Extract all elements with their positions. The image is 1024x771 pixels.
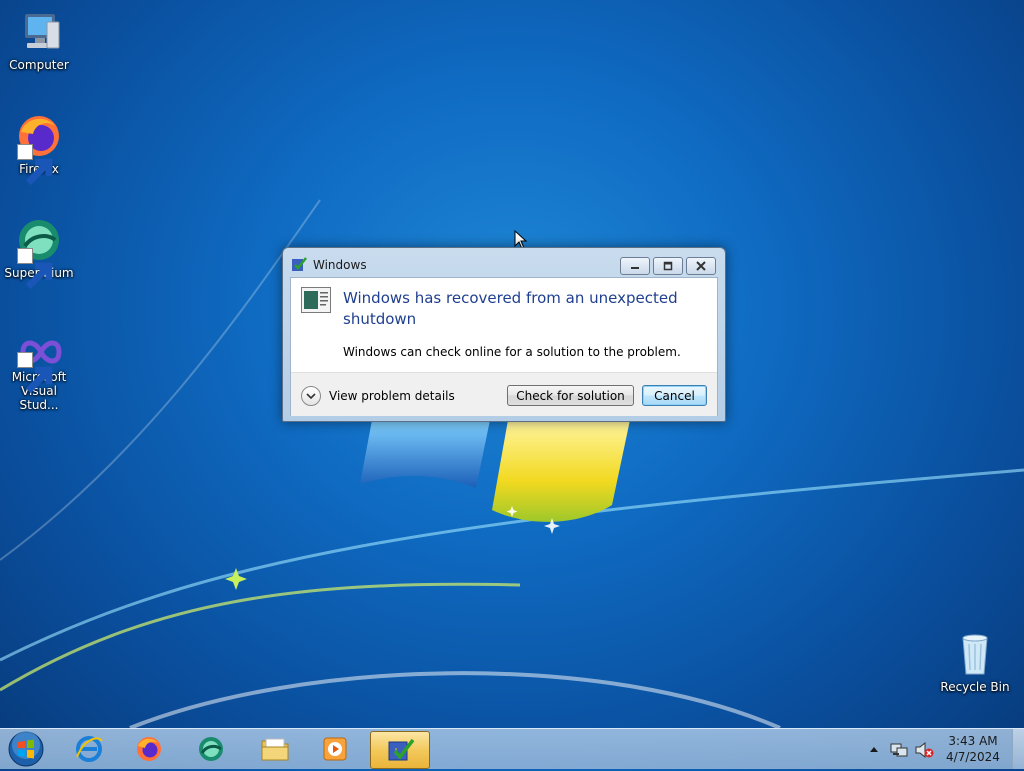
dialog-titlebar[interactable]: Windows bbox=[283, 248, 725, 276]
taskbar-media-player[interactable] bbox=[306, 731, 364, 767]
taskbar-firefox[interactable] bbox=[120, 731, 178, 767]
desktop-icon-label: Recycle Bin bbox=[940, 680, 1010, 694]
taskbar-problem-reporting[interactable]: ! bbox=[370, 731, 430, 769]
shortcut-arrow-icon bbox=[17, 248, 53, 290]
supermium-icon bbox=[199, 737, 223, 761]
desktop-icon-recycle-bin[interactable]: Recycle Bin bbox=[936, 630, 1014, 694]
firefox-icon bbox=[15, 112, 63, 186]
taskbar-supermium[interactable] bbox=[182, 731, 240, 767]
desktop-icon-computer[interactable]: Computer bbox=[0, 8, 78, 72]
media-player-icon bbox=[323, 737, 347, 761]
dialog-main: Windows has recovered from an unexpected… bbox=[291, 278, 717, 372]
cancel-button[interactable]: Cancel bbox=[642, 385, 707, 406]
chevron-down-icon bbox=[301, 386, 321, 406]
show-desktop-button[interactable] bbox=[1012, 729, 1024, 769]
show-hidden-icons-arrow[interactable] bbox=[869, 745, 879, 753]
desktop-icon-supermium[interactable]: Supermium bbox=[0, 216, 78, 290]
minimize-button[interactable] bbox=[620, 257, 650, 275]
supermium-icon bbox=[15, 216, 63, 290]
shortcut-arrow-icon bbox=[17, 144, 53, 186]
dialog-message: Windows can check online for a solution … bbox=[343, 345, 681, 359]
recycle-bin-icon bbox=[951, 630, 999, 678]
taskbar: ! 3:43 AM 4/7/2024 bbox=[0, 728, 1024, 769]
volume-muted-icon[interactable] bbox=[914, 741, 934, 759]
desktop-icon-label: Computer bbox=[9, 58, 69, 72]
system-clock[interactable]: 3:43 AM 4/7/2024 bbox=[940, 733, 1006, 765]
clock-date: 4/7/2024 bbox=[946, 750, 1000, 764]
recovery-dialog: Windows Windows has recovered from an un… bbox=[282, 247, 726, 422]
folder-icon bbox=[261, 738, 289, 761]
maximize-icon bbox=[663, 261, 673, 271]
dialog-heading: Windows has recovered from an unexpected… bbox=[343, 289, 678, 328]
shortcut-arrow-icon bbox=[17, 352, 53, 394]
maximize-button[interactable] bbox=[653, 257, 683, 275]
dialog-title: Windows bbox=[313, 258, 367, 272]
taskbar-file-explorer[interactable] bbox=[246, 731, 304, 767]
window-report-icon bbox=[301, 287, 331, 313]
problem-reports-icon: ! bbox=[388, 738, 415, 761]
view-problem-details-label: View problem details bbox=[329, 389, 455, 403]
desktop-icon-visual-studio[interactable]: Microsoft Visual Stud... bbox=[0, 328, 78, 412]
desktop-icon-firefox[interactable]: Firefox bbox=[0, 112, 78, 186]
visual-studio-icon bbox=[15, 328, 63, 394]
view-problem-details-toggle[interactable]: View problem details bbox=[301, 386, 455, 406]
clock-time: 3:43 AM bbox=[948, 734, 998, 748]
computer-icon bbox=[15, 8, 63, 56]
problem-reports-icon bbox=[292, 257, 307, 271]
internet-explorer-icon bbox=[76, 736, 103, 762]
windows-orb-icon bbox=[8, 731, 44, 767]
close-icon bbox=[696, 261, 706, 271]
check-for-solution-button[interactable]: Check for solution bbox=[507, 385, 634, 406]
taskbar-internet-explorer[interactable] bbox=[60, 731, 118, 767]
start-button[interactable] bbox=[6, 730, 46, 768]
minimize-icon bbox=[631, 267, 639, 269]
close-button[interactable] bbox=[686, 257, 716, 275]
dialog-client-area: Windows has recovered from an unexpected… bbox=[290, 277, 718, 416]
firefox-icon bbox=[137, 737, 161, 761]
network-icon[interactable] bbox=[890, 741, 908, 759]
